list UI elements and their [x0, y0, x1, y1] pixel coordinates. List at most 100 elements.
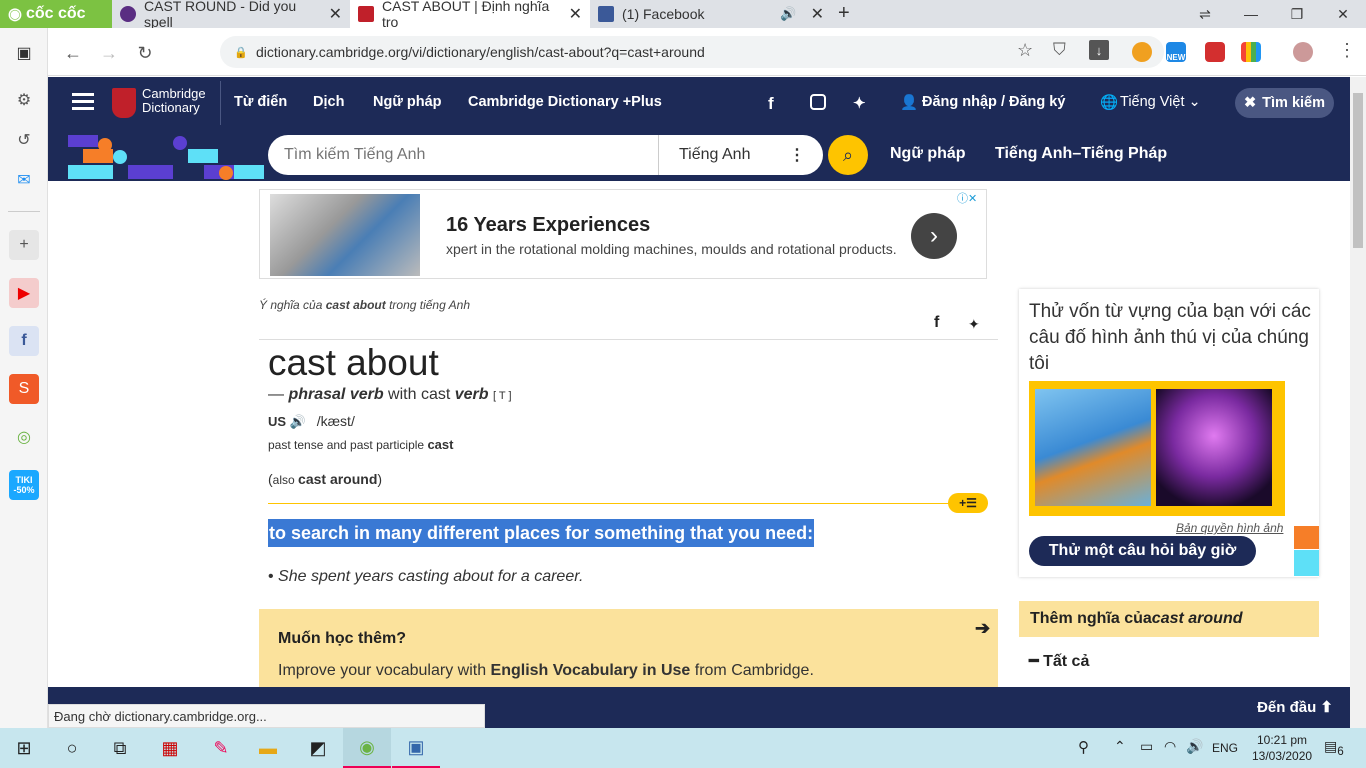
user-icon: 👤 — [900, 95, 919, 111]
page-scrollbar[interactable] — [1350, 77, 1366, 728]
extension-icon[interactable] — [1205, 42, 1225, 62]
advertisement[interactable]: 16 Years Experiences xpert in the rotati… — [259, 189, 987, 279]
nav-translate[interactable]: Dịch — [313, 94, 344, 110]
download-icon[interactable]: ↓ — [1089, 40, 1109, 60]
carousel-image[interactable] — [1156, 389, 1272, 506]
back-to-top-link[interactable]: Đến đầu ⬆ — [1257, 698, 1333, 716]
chevron-up-icon[interactable]: ⌃ — [1114, 738, 1126, 755]
app-icon[interactable]: ✎ — [197, 728, 245, 768]
language-selector[interactable]: Tiếng Việt ⌄ — [1120, 94, 1201, 110]
divider — [220, 81, 221, 125]
bookmark-star-icon[interactable]: ☆ — [1017, 40, 1033, 61]
adchoices-icon[interactable]: ⓘ✕ — [957, 190, 977, 206]
new-tab-icon[interactable]: + — [838, 2, 850, 25]
forward-icon[interactable]: → — [96, 40, 122, 66]
shopee-icon[interactable]: S — [9, 374, 39, 404]
volume-icon[interactable]: 🔊 — [1186, 738, 1203, 755]
audio-icon[interactable]: 🔊 — [780, 6, 796, 22]
close-tab-icon[interactable]: ✕ — [811, 4, 824, 24]
wifi-icon[interactable]: ◠ — [1164, 738, 1176, 755]
scrollbar-thumb[interactable] — [1353, 93, 1363, 248]
tab-facebook[interactable]: (1) Facebook 🔊 ✕ — [590, 0, 832, 28]
windows-start-icon[interactable]: ⊞ — [0, 728, 48, 768]
coccoc-taskbar-icon[interactable]: ◉ — [343, 728, 391, 768]
back-icon[interactable]: ← — [60, 40, 86, 66]
instagram-icon[interactable] — [810, 94, 826, 110]
search-language-select[interactable]: Tiếng Anh ⋮ — [658, 135, 823, 175]
add-icon[interactable]: + — [9, 230, 39, 260]
divider — [259, 339, 998, 340]
nav-dictionary[interactable]: Từ điển — [234, 94, 287, 110]
browser-toolbar: ← → ↻ dictionary.cambridge.org/vi/dictio… — [48, 28, 1366, 76]
extension-icon[interactable] — [1241, 42, 1261, 62]
coccoc-map-icon[interactable]: ◎ — [9, 422, 39, 452]
clock[interactable]: 10:21 pm 13/03/2020 — [1252, 732, 1312, 764]
waterslide-image[interactable] — [1035, 389, 1151, 506]
windows-taskbar: ⊞ ○ ⧉ ▦ ✎ ▬ ◩ ◉ ▣ ⚲ ⌃ ▭ ◠ 🔊 ENG 10:21 pm… — [0, 728, 1366, 768]
people-icon[interactable]: ⚲ — [1078, 738, 1089, 756]
learn-more-box[interactable]: Muốn học thêm? ➔ Improve your vocabulary… — [259, 609, 998, 689]
shield-icon[interactable]: ⛉ — [1053, 40, 1066, 60]
share-twitter-icon[interactable]: ✦ — [968, 316, 980, 333]
search-button[interactable]: ⌕ — [828, 135, 868, 175]
reload-icon[interactable]: ↻ — [132, 40, 158, 66]
notification-icon[interactable]: ▤6 — [1324, 738, 1344, 758]
sidebar-toggle-icon[interactable]: ▣ — [9, 38, 39, 68]
facebook-icon[interactable]: f — [768, 94, 774, 114]
add-to-list-button[interactable]: +☰ — [948, 493, 988, 513]
app-icon[interactable]: ▦ — [146, 728, 194, 768]
tab-cast-round[interactable]: CAST ROUND - Did you spell ✕ — [112, 0, 350, 30]
extension-new-icon[interactable]: NEW — [1166, 42, 1186, 62]
input-language[interactable]: ENG — [1212, 741, 1238, 755]
menu-icon[interactable]: ⇌ — [1182, 0, 1228, 28]
chevron-down-icon: ⌄ — [1188, 94, 1201, 110]
minus-icon: ━ — [1029, 653, 1039, 670]
extension-icon[interactable] — [1132, 42, 1152, 62]
variant: (also cast around) — [268, 471, 383, 487]
sense-divider — [268, 503, 988, 504]
messenger-icon[interactable]: ✉ — [9, 165, 39, 195]
nav-plus[interactable]: Cambridge Dictionary +Plus — [468, 94, 662, 110]
grammar-link[interactable]: Ngữ pháp — [890, 145, 966, 163]
battery-icon[interactable]: ▭ — [1140, 738, 1153, 755]
share-facebook-icon[interactable]: f — [934, 314, 939, 332]
app-icon[interactable]: ▣ — [392, 728, 440, 768]
cortana-search-icon[interactable]: ○ — [48, 728, 96, 768]
search-toggle-button[interactable]: ✖ Tìm kiếm — [1235, 88, 1334, 118]
sticky-app-icon[interactable]: ◩ — [294, 728, 342, 768]
learn-text: Improve your vocabulary with English Voc… — [278, 662, 814, 679]
facebook-icon[interactable]: f — [9, 326, 39, 356]
tab-cast-about[interactable]: CAST ABOUT | Định nghĩa tro ✕ — [350, 0, 590, 30]
close-tab-icon[interactable]: ✕ — [329, 4, 342, 24]
close-tab-icon[interactable]: ✕ — [569, 4, 582, 24]
image-credit-link[interactable]: Bản quyền hình ảnh — [1176, 521, 1283, 535]
site-logo[interactable]: Cambridge Dictionary — [142, 87, 206, 115]
chevron-right-icon[interactable]: › — [911, 213, 957, 259]
lock-icon[interactable]: 🔒 — [234, 46, 248, 59]
settings-icon[interactable]: ⚙ — [9, 85, 39, 115]
sidebar-divider — [8, 211, 40, 212]
close-window-icon[interactable]: ✕ — [1320, 0, 1366, 28]
profile-avatar[interactable] — [1293, 42, 1313, 62]
task-view-icon[interactable]: ⧉ — [96, 728, 144, 768]
history-icon[interactable]: ↺ — [9, 125, 39, 155]
more-meanings-all[interactable]: ━ Tất cả — [1029, 651, 1089, 671]
quiz-promo-text: Thử vốn từ vựng của bạn với các câu đố h… — [1029, 301, 1311, 374]
nav-grammar[interactable]: Ngữ pháp — [373, 94, 442, 110]
arrow-up-circle-icon: ⬆ — [1320, 699, 1333, 716]
tiki-icon[interactable]: TIKI -50% — [9, 470, 39, 500]
more-menu-icon[interactable]: ⋮ — [1338, 40, 1356, 61]
twitter-icon[interactable]: ✦ — [853, 94, 866, 112]
search-input[interactable] — [268, 146, 658, 164]
login-link[interactable]: Đăng nhập / Đăng ký — [922, 94, 1065, 110]
arrow-right-icon[interactable]: ➔ — [975, 618, 990, 639]
coccoc-logo[interactable]: ◉ cốc cốc — [0, 0, 112, 28]
english-french-link[interactable]: Tiếng Anh–Tiếng Pháp — [995, 145, 1167, 163]
youtube-icon[interactable]: ▶ — [9, 278, 39, 308]
audio-icon[interactable]: 🔊 — [290, 414, 306, 429]
minimize-icon[interactable]: — — [1228, 0, 1274, 28]
hamburger-menu-icon[interactable] — [72, 93, 94, 96]
try-quiz-button[interactable]: Thử một câu hỏi bây giờ — [1029, 536, 1256, 566]
file-explorer-icon[interactable]: ▬ — [244, 728, 292, 768]
maximize-icon[interactable]: ❐ — [1274, 0, 1320, 28]
